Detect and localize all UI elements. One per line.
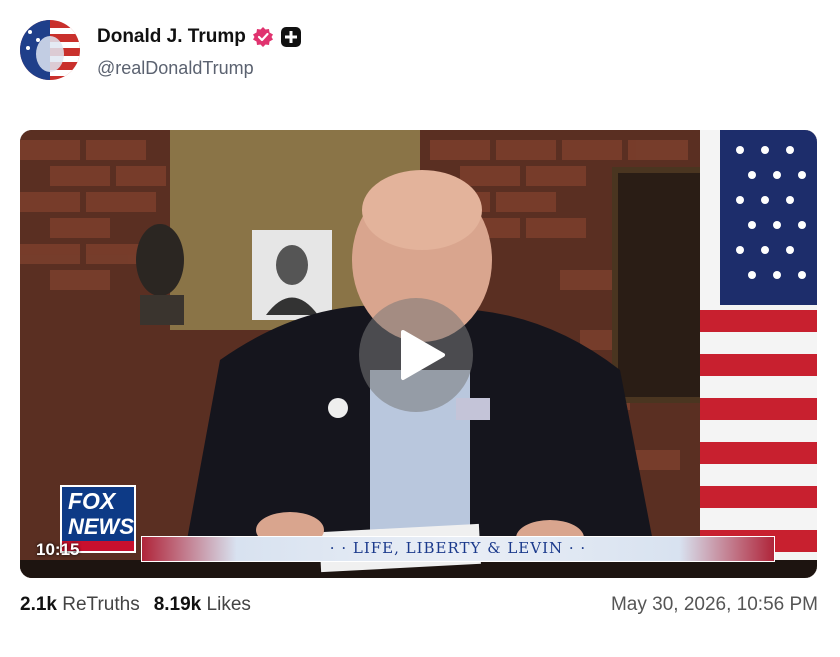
- avatar[interactable]: [20, 20, 80, 80]
- play-button[interactable]: [359, 298, 473, 412]
- plus-icon: [280, 26, 302, 48]
- retruths-stat[interactable]: 2.1k ReTruths: [20, 594, 140, 616]
- show-chyron: · · LIFE, LIBERTY & LEVIN · ·: [141, 536, 775, 562]
- retruths-label: ReTruths: [62, 594, 140, 615]
- chyron-text: · · LIFE, LIBERTY & LEVIN · ·: [329, 539, 587, 557]
- verified-icon: [252, 26, 274, 48]
- user-handle[interactable]: @realDonaldTrump: [97, 58, 254, 79]
- likes-stat[interactable]: 8.19k Likes: [154, 594, 251, 616]
- video-timestamp: 10:15: [36, 540, 80, 559]
- post-date[interactable]: May 30, 2026, 10:56 PM: [611, 594, 818, 616]
- retruths-count: 2.1k: [20, 594, 57, 615]
- display-name[interactable]: Donald J. Trump: [97, 26, 246, 48]
- play-icon: [401, 330, 445, 380]
- logo-line2: NEWS: [68, 514, 134, 539]
- logo-line1: FOX: [68, 488, 116, 514]
- post-stats: 2.1k ReTruths 8.19k Likes: [20, 594, 251, 616]
- video-player[interactable]: FOX NEWS 10:15 · · LIFE, LIBERTY & LEVIN…: [20, 130, 817, 578]
- post-header: Donald J. Trump @realDonaldTrump: [20, 20, 820, 82]
- likes-count: 8.19k: [153, 594, 202, 615]
- likes-label: Likes: [206, 594, 251, 615]
